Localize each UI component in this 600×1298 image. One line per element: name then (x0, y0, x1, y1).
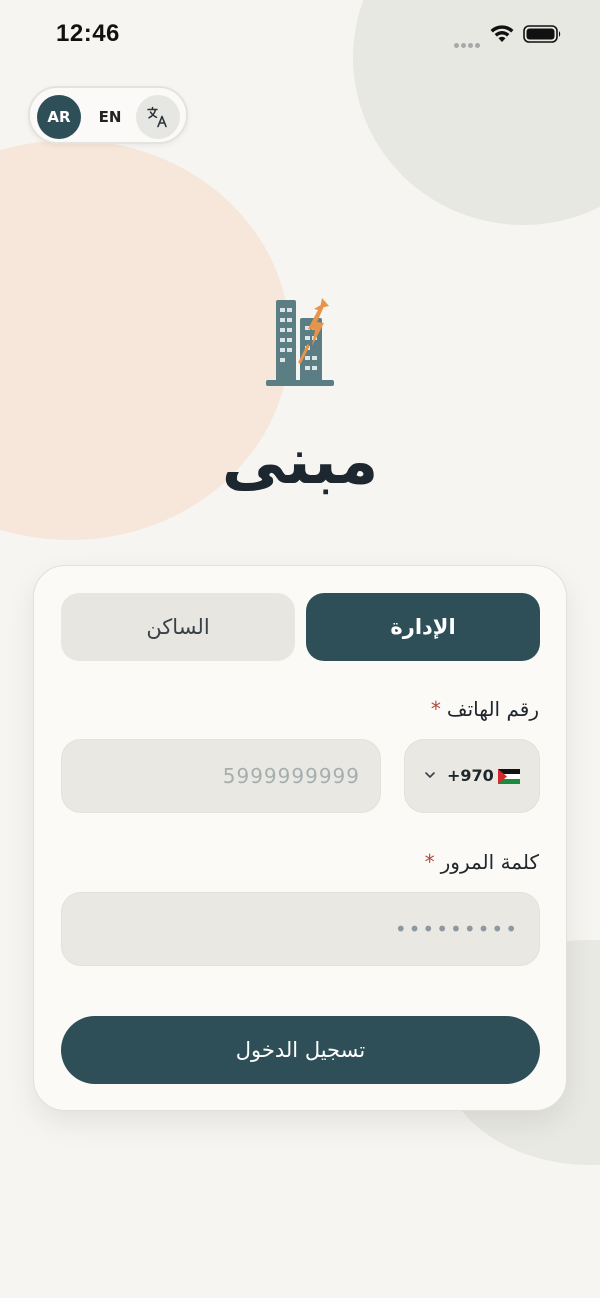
status-time: 12:46 (56, 20, 120, 47)
country-code-select[interactable]: +970 (404, 739, 540, 813)
phone-required-mark: * (430, 697, 441, 721)
password-input-wrapper (61, 892, 540, 966)
language-ar-button[interactable]: AR (37, 95, 81, 139)
password-label-text: كلمة المرور (440, 850, 539, 874)
password-label: كلمة المرور * (425, 850, 539, 874)
phone-input[interactable] (62, 740, 380, 812)
building-bolt-icon (266, 298, 334, 386)
tab-resident[interactable]: الساكن (61, 593, 295, 661)
cellular-signal-icon (454, 33, 484, 48)
phone-input-wrapper (61, 739, 381, 813)
status-bar: 12:46 (0, 0, 600, 70)
tab-admin[interactable]: الإدارة (306, 593, 540, 661)
phone-label-text: رقم الهاتف (446, 697, 539, 721)
password-required-mark: * (424, 850, 435, 874)
chevron-down-icon (425, 772, 435, 778)
language-en-button[interactable]: EN (88, 95, 132, 139)
palestine-flag-icon (498, 769, 520, 784)
phone-label: رقم الهاتف * (431, 697, 539, 721)
login-button[interactable]: تسجيل الدخول (61, 1016, 540, 1084)
language-switch: AR EN (28, 86, 188, 144)
translate-icon (147, 106, 167, 128)
battery-icon (523, 25, 561, 43)
translate-button[interactable] (136, 95, 180, 139)
country-code: +970 (447, 766, 494, 785)
password-input[interactable] (62, 893, 539, 965)
login-card: الإدارة الساكن رقم الهاتف * +970 كلمة ال… (33, 565, 567, 1111)
brand-title: مبنى (221, 425, 379, 499)
login-screen: 12:46 AR EN مبنى الإدارة الساكن رقم الها… (0, 0, 600, 1298)
wifi-icon (490, 25, 514, 42)
